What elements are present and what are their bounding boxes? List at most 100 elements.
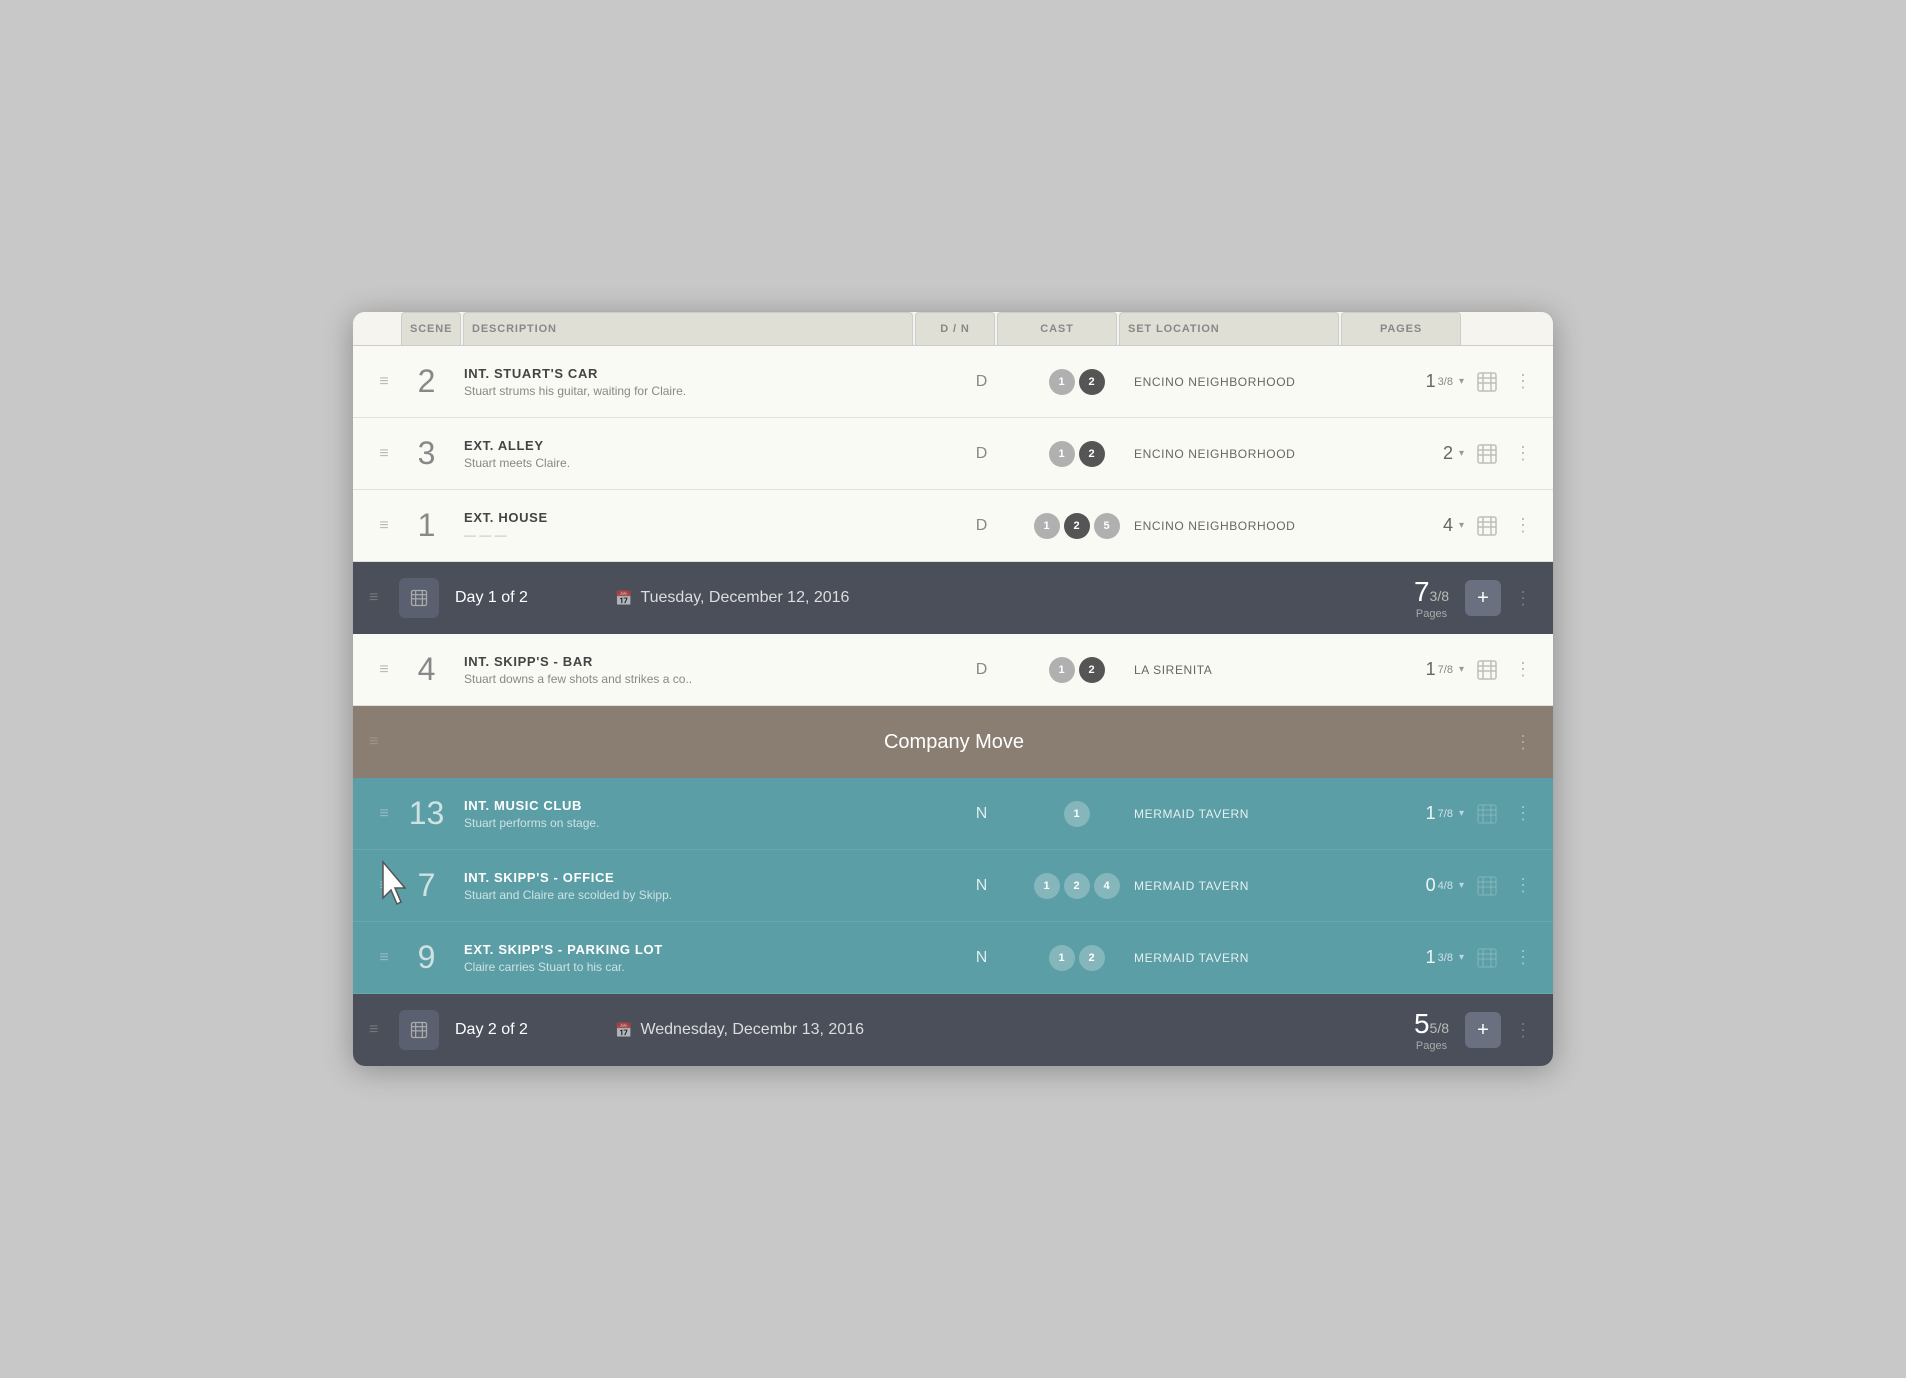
dm-value: N <box>944 877 1019 895</box>
cast-badge-4: 4 <box>1094 873 1120 899</box>
cast-badges: 1 2 <box>1019 369 1134 395</box>
cast-badge-1: 1 <box>1049 441 1075 467</box>
strip-icon-col <box>1464 442 1509 466</box>
scene-number: 13 <box>399 795 454 832</box>
location-value: MERMAID TAVERN <box>1134 879 1349 893</box>
pages-main: 1 <box>1426 659 1436 680</box>
more-options[interactable]: ⋮ <box>1509 803 1537 824</box>
scene-description: EXT. ALLEY Stuart meets Claire. <box>454 438 944 470</box>
more-options[interactable]: ⋮ <box>1509 732 1537 753</box>
main-container: SCENE DESCRIPTION D / N CAST SET LOCATIO… <box>353 312 1553 1066</box>
day-date: Tuesday, December 12, 2016 <box>640 589 849 607</box>
scene-subtitle: Claire carries Stuart to his car. <box>464 960 934 974</box>
col-header-cast: CAST <box>997 312 1117 345</box>
strip-icon-col <box>1464 370 1509 394</box>
strip-icon-col <box>1464 802 1509 826</box>
dm-value: D <box>944 445 1019 463</box>
cast-badges: 1 2 <box>1019 657 1134 683</box>
calendar-icon: 📅 <box>615 590 632 607</box>
pages-value: 1 7/8 ▾ <box>1349 659 1464 680</box>
scene-title: INT. STUART'S CAR <box>464 366 934 381</box>
dm-value: N <box>944 805 1019 823</box>
strip-icon <box>1475 442 1499 466</box>
pages-frac-bar: 3/8 <box>1430 588 1449 604</box>
pages-frac: 4/8 <box>1438 880 1453 892</box>
cast-badge-1: 1 <box>1064 801 1090 827</box>
scene-subtitle: Stuart performs on stage. <box>464 816 934 830</box>
pages-value: 1 3/8 ▾ <box>1349 947 1464 968</box>
cast-badge-1: 1 <box>1034 873 1060 899</box>
cast-badges: 1 2 <box>1019 945 1134 971</box>
scene-number: 7 <box>399 867 454 904</box>
dm-value: D <box>944 373 1019 391</box>
strip-icon <box>1475 946 1499 970</box>
more-options[interactable]: ⋮ <box>1509 588 1537 609</box>
strip-icon-col <box>1464 658 1509 682</box>
pages-big: 5 <box>1414 1008 1430 1039</box>
dm-value: D <box>944 661 1019 679</box>
column-headers: SCENE DESCRIPTION D / N CAST SET LOCATIO… <box>353 312 1553 346</box>
pages-label: Pages <box>1414 608 1449 620</box>
drag-handle[interactable]: ≡ <box>369 733 399 751</box>
location-value: LA SIRENITA <box>1134 663 1349 677</box>
add-button[interactable]: + <box>1465 1012 1501 1048</box>
pages-summary: 55/8 Pages <box>1414 1008 1449 1052</box>
more-options[interactable]: ⋮ <box>1509 947 1537 968</box>
day-title: Day 2 of 2 <box>455 1021 615 1039</box>
pages-frac-bar: 5/8 <box>1430 1020 1449 1036</box>
more-options[interactable]: ⋮ <box>1509 443 1537 464</box>
pages-value: 1 3/8 ▾ <box>1349 371 1464 392</box>
scene-title: EXT. HOUSE <box>464 510 934 525</box>
drag-handle[interactable]: ≡ <box>369 373 399 391</box>
more-options[interactable]: ⋮ <box>1509 659 1537 680</box>
location-value: MERMAID TAVERN <box>1134 951 1349 965</box>
location-value: ENCINO NEIGHBORHOOD <box>1134 519 1349 533</box>
dm-value: N <box>944 949 1019 967</box>
scene-description: INT. SKIPP'S - OFFICE Stuart and Claire … <box>454 870 944 902</box>
cast-badges: 1 <box>1019 801 1134 827</box>
drag-handle[interactable]: ≡ <box>369 445 399 463</box>
scene-subtitle: Stuart meets Claire. <box>464 456 934 470</box>
drag-handle[interactable]: ≡ <box>369 877 399 895</box>
scene-title: EXT. ALLEY <box>464 438 934 453</box>
col-header-location: SET LOCATION <box>1119 312 1339 345</box>
day-icon <box>399 578 439 618</box>
more-options[interactable]: ⋮ <box>1509 371 1537 392</box>
strip-icon <box>1475 514 1499 538</box>
scene-description: INT. SKIPP'S - BAR Stuart downs a few sh… <box>454 654 944 686</box>
day1-bar-wrapper: ≡ Day 1 of 2 📅 Tuesday, December 12, 201… <box>353 562 1553 634</box>
pages-main: 2 <box>1443 443 1453 464</box>
cast-badge-2: 2 <box>1064 873 1090 899</box>
day1-bar[interactable]: ≡ Day 1 of 2 📅 Tuesday, December 12, 201… <box>353 562 1553 634</box>
scene-title: INT. SKIPP'S - BAR <box>464 654 934 669</box>
more-options[interactable]: ⋮ <box>1509 1020 1537 1041</box>
pages-main: 0 <box>1426 875 1436 896</box>
pages-value: 2 ▾ <box>1349 443 1464 464</box>
drag-handle[interactable]: ≡ <box>369 517 399 535</box>
cast-badges: 1 2 <box>1019 441 1134 467</box>
location-value: MERMAID TAVERN <box>1134 807 1349 821</box>
strip-icon <box>1475 370 1499 394</box>
drag-handle[interactable]: ≡ <box>369 1021 399 1039</box>
drag-handle[interactable]: ≡ <box>369 661 399 679</box>
scene-subtitle: Stuart downs a few shots and strikes a c… <box>464 672 934 686</box>
cast-badge-2: 2 <box>1079 945 1105 971</box>
scene-row-4: ≡ 4 INT. SKIPP'S - BAR Stuart downs a fe… <box>353 634 1553 706</box>
cast-badges: 1 2 4 <box>1019 873 1134 899</box>
drag-handle[interactable]: ≡ <box>369 589 399 607</box>
pages-main: 1 <box>1426 803 1436 824</box>
pages-frac: 7/8 <box>1438 664 1453 676</box>
scene-row-9: ≡ 9 EXT. SKIPP'S - PARKING LOT Claire ca… <box>353 922 1553 994</box>
drag-handle[interactable]: ≡ <box>369 805 399 823</box>
day2-bar[interactable]: ≡ Day 2 of 2 📅 Wednesday, Decembr 13, 20… <box>353 994 1553 1066</box>
more-options[interactable]: ⋮ <box>1509 875 1537 896</box>
cast-badge-1: 1 <box>1049 945 1075 971</box>
add-button[interactable]: + <box>1465 580 1501 616</box>
drag-handle[interactable]: ≡ <box>369 949 399 967</box>
strip-icon-col <box>1464 946 1509 970</box>
cast-badge-5: 5 <box>1094 513 1120 539</box>
pages-main: 4 <box>1443 515 1453 536</box>
scene-row-7: ≡ 7 INT. SKIPP'S - OFFICE Stuart and Cla… <box>353 850 1553 922</box>
more-options[interactable]: ⋮ <box>1509 515 1537 536</box>
cast-badge-1: 1 <box>1049 369 1075 395</box>
